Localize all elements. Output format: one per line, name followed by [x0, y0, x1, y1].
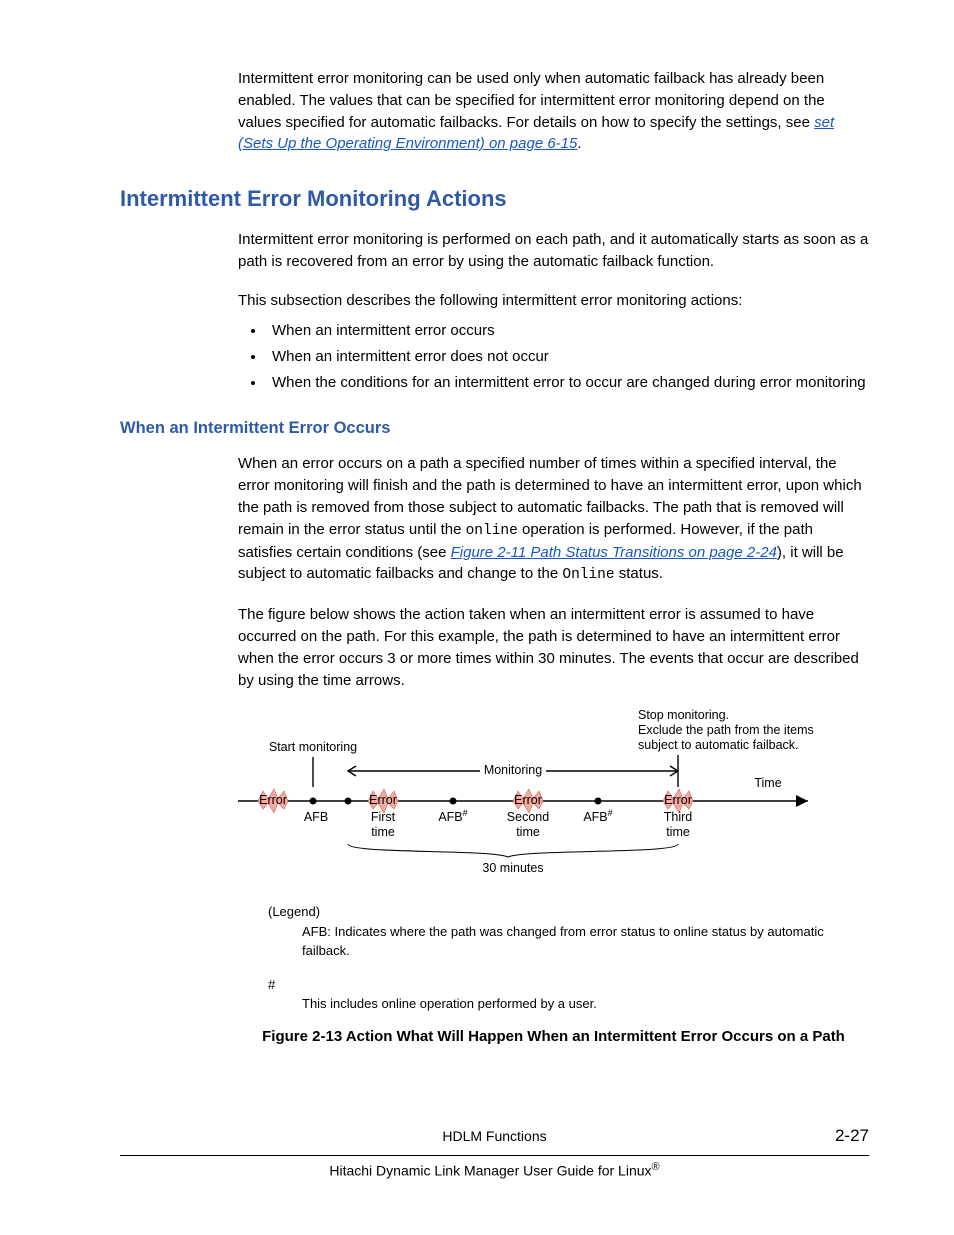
label-afb-hash: AFB# — [583, 808, 612, 824]
label-thirty: 30 minutes — [482, 861, 543, 875]
star-icon: Error — [258, 789, 288, 813]
legend-title: (Legend) — [268, 902, 869, 922]
svg-text:Error: Error — [664, 793, 692, 807]
page: Intermittent error monitoring can be use… — [0, 0, 954, 1235]
code-inline: Online — [562, 567, 614, 583]
list-item: When an intermittent error occurs — [266, 320, 869, 342]
hash-symbol: # — [268, 975, 869, 995]
page-number: 2-27 — [809, 1124, 869, 1149]
body-para: The figure below shows the action taken … — [238, 604, 869, 691]
footer-book: Hitachi Dynamic Link Manager User Guide … — [120, 1160, 869, 1181]
bullet-list: When an intermittent error occurs When a… — [238, 320, 869, 393]
list-item: When an intermittent error does not occu… — [266, 346, 869, 368]
legend-line: AFB: Indicates where the path was change… — [302, 922, 869, 961]
label-start: Start monitoring — [269, 740, 357, 754]
text: Intermittent error monitoring can be use… — [238, 70, 825, 131]
body-para: When an error occurs on a path a specifi… — [238, 453, 869, 586]
cross-ref-link[interactable]: Figure 2-11 Path Status Transitions on p… — [451, 544, 777, 561]
label-stop1: Stop monitoring. — [638, 709, 729, 722]
text: . — [577, 135, 581, 152]
footer-chapter: HDLM Functions — [180, 1126, 809, 1146]
label-time: time — [516, 825, 540, 839]
page-footer: HDLM Functions 2-27 Hitachi Dynamic Link… — [120, 1124, 869, 1181]
timeline-diagram: Start monitoring Stop monitoring. Exclud… — [238, 709, 868, 889]
label-time: time — [666, 825, 690, 839]
list-item: When the conditions for an intermittent … — [266, 372, 869, 394]
label-second: Second — [507, 810, 549, 824]
label-third: Third — [664, 810, 693, 824]
subsection-heading: When an Intermittent Error Occurs — [120, 417, 869, 441]
svg-text:Error: Error — [369, 793, 397, 807]
body-para: Intermittent error monitoring is perform… — [238, 229, 869, 273]
label-afb-hash: AFB# — [438, 808, 467, 824]
label-stop2: Exclude the path from the items — [638, 723, 814, 737]
label-afb: AFB — [304, 810, 328, 824]
svg-text:Error: Error — [259, 793, 287, 807]
label-stop3: subject to automatic failback. — [638, 738, 799, 752]
figure-legend: (Legend) AFB: Indicates where the path w… — [268, 902, 869, 1014]
figure-caption: Figure 2-13 Action What Will Happen When… — [238, 1026, 869, 1048]
label-first: First — [371, 810, 396, 824]
text: status. — [615, 565, 663, 582]
label-time: Time — [754, 776, 781, 790]
body-para: This subsection describes the following … — [238, 290, 869, 312]
label-monitoring: Monitoring — [484, 763, 542, 777]
label-time: time — [371, 825, 395, 839]
svg-text:Error: Error — [514, 793, 542, 807]
figure: Start monitoring Stop monitoring. Exclud… — [238, 709, 869, 1047]
intro-para: Intermittent error monitoring can be use… — [238, 68, 869, 155]
code-inline: online — [466, 523, 518, 539]
section-heading: Intermittent Error Monitoring Actions — [120, 183, 869, 215]
hash-note: This includes online operation performed… — [302, 994, 869, 1014]
